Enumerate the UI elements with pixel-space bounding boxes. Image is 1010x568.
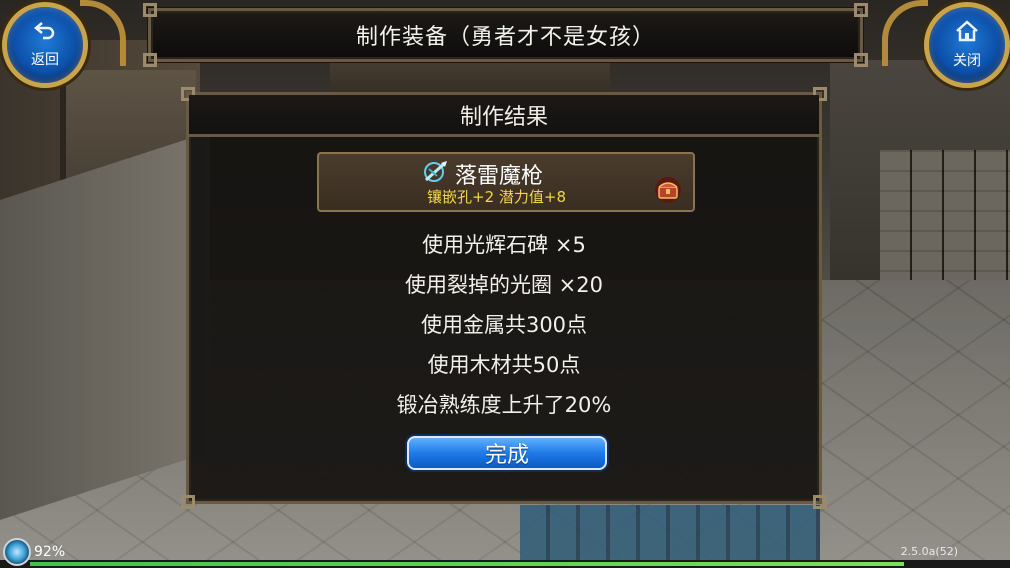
- page-title: 制作装备（勇者才不是女孩）: [355, 25, 655, 50]
- panel-header: 制作结果: [189, 95, 819, 137]
- back-arrow-icon: [34, 21, 56, 47]
- energy-orb-icon: [3, 538, 31, 566]
- detail-line: 使用金属共300点: [420, 313, 588, 337]
- frame-corner: [181, 495, 195, 509]
- detail-line: 使用光辉石碑 ×5: [422, 233, 586, 257]
- progress-fill: [30, 562, 904, 566]
- frame-corner: [143, 3, 157, 17]
- stone-wall: [880, 150, 1010, 290]
- spear-icon: [423, 160, 449, 184]
- detail-line: 使用木材共50点: [427, 353, 581, 377]
- title-bar: 制作装备（勇者才不是女孩）: [143, 3, 868, 67]
- close-button[interactable]: 关闭: [924, 2, 1010, 88]
- detail-line: 使用裂掉的光圈 ×20: [405, 273, 603, 297]
- version-label: 2.5.0a(52): [900, 545, 958, 558]
- frame-corner: [813, 495, 827, 509]
- progress-percent: 92%: [34, 544, 66, 560]
- item-attributes: 镶嵌孔+2 潜力值+8: [427, 188, 566, 206]
- back-button[interactable]: 返回: [2, 2, 88, 88]
- craft-details: 使用光辉石碑 ×5 使用裂掉的光圈 ×20 使用金属共300点 使用木材共50点…: [189, 225, 819, 425]
- done-button[interactable]: 完成: [407, 436, 607, 470]
- craft-result-panel: 制作结果 落雷魔枪 镶嵌孔+2 潜力值+8 使用光辉石碑 ×5 使用裂掉的光圈 …: [181, 87, 827, 509]
- back-button-label: 返回: [31, 52, 59, 68]
- stone-railing: [0, 131, 210, 521]
- crafted-item-card[interactable]: 落雷魔枪 镶嵌孔+2 潜力值+8: [317, 152, 695, 212]
- close-button-label: 关闭: [953, 53, 981, 69]
- frame-corner: [854, 53, 868, 67]
- treasure-chest-icon[interactable]: [653, 176, 683, 204]
- home-icon: [955, 20, 979, 48]
- panel-title: 制作结果: [459, 104, 548, 130]
- frame-corner: [854, 3, 868, 17]
- detail-line: 锻冶熟练度上升了20%: [396, 393, 612, 417]
- blue-tiles: [520, 505, 820, 568]
- frame-corner: [143, 53, 157, 67]
- done-button-label: 完成: [484, 443, 529, 468]
